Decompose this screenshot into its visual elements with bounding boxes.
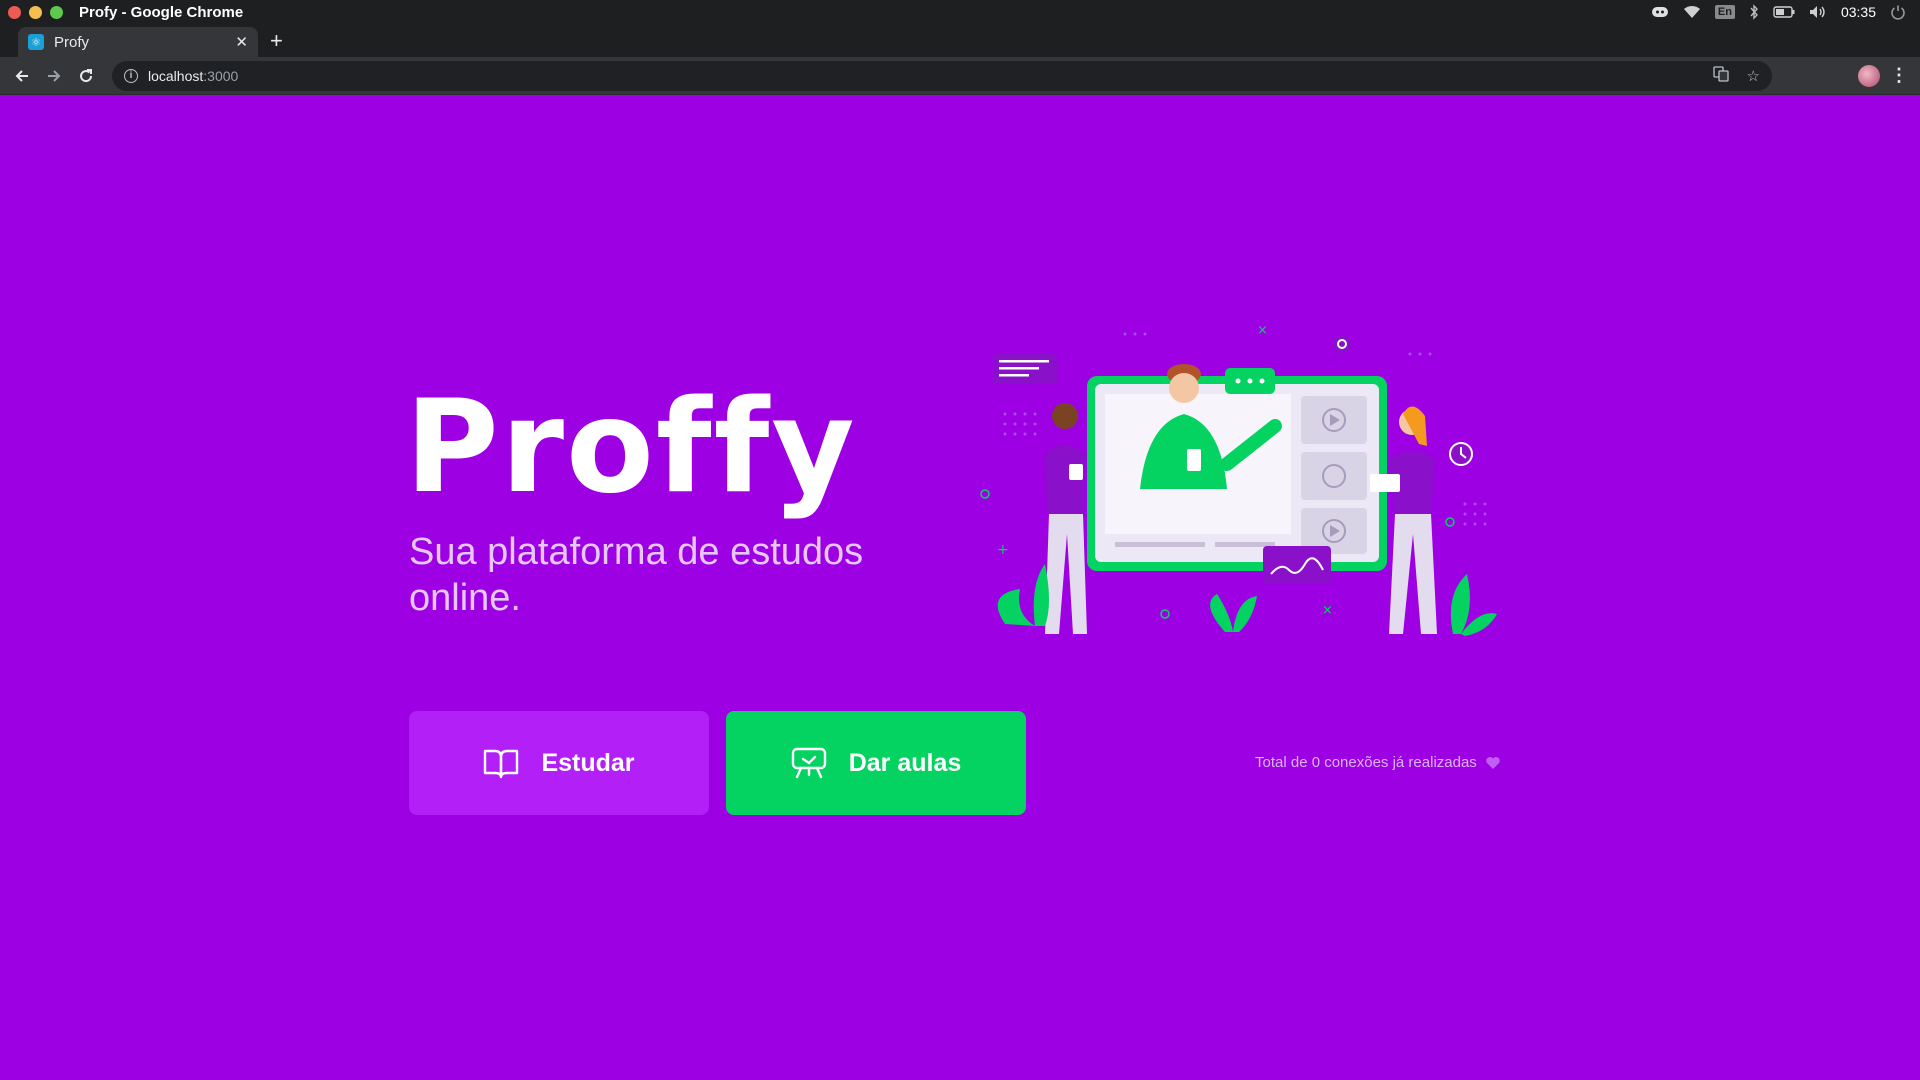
tab-close-icon[interactable]: ✕: [235, 33, 248, 51]
study-button[interactable]: Estudar: [409, 711, 709, 815]
new-tab-button[interactable]: +: [270, 30, 283, 52]
forward-icon[interactable]: [38, 60, 70, 92]
browser-tab[interactable]: ⚛ Profy ✕: [18, 27, 258, 57]
os-top-bar: Profy - Google Chrome En 03:35: [0, 0, 1920, 24]
window-controls: [8, 5, 63, 19]
landing-page: Proffy Sua plataforma de estudos online.…: [0, 96, 1920, 1080]
profile-avatar[interactable]: [1858, 65, 1880, 87]
menu-icon[interactable]: ⋮: [1890, 65, 1908, 86]
address-bar[interactable]: i localhost:3000 ☆: [112, 60, 1772, 91]
book-icon: [483, 747, 519, 779]
reload-icon[interactable]: [70, 60, 102, 92]
browser-toolbar: i localhost:3000 ☆ ⋮: [0, 57, 1920, 95]
window-close-button[interactable]: [8, 5, 21, 19]
translate-icon[interactable]: [1712, 65, 1729, 86]
hero-illustration: × × +: [980, 323, 1497, 636]
connections-text: Total de 0 conexões já realizadas: [1255, 754, 1477, 771]
page-tagline: Sua plataforma de estudos online.: [409, 531, 864, 619]
heart-icon: [1485, 756, 1501, 770]
bluetooth-icon[interactable]: [1749, 4, 1759, 20]
window-maximize-button[interactable]: [50, 5, 63, 19]
power-icon[interactable]: [1890, 4, 1906, 20]
window-title: Profy - Google Chrome: [79, 3, 244, 21]
back-icon[interactable]: [6, 60, 38, 92]
svg-text:+: +: [997, 542, 1009, 558]
clock-text[interactable]: 03:35: [1841, 4, 1876, 20]
info-icon[interactable]: i: [124, 68, 138, 83]
presentation-board-icon: [791, 747, 827, 779]
discord-icon[interactable]: [1651, 5, 1669, 19]
teach-button-label: Dar aulas: [848, 748, 962, 777]
url-port: :3000: [203, 67, 239, 84]
window-minimize-button[interactable]: [29, 5, 42, 19]
battery-icon[interactable]: [1773, 6, 1795, 18]
study-button-label: Estudar: [541, 748, 635, 777]
tab-title: Profy: [54, 33, 90, 51]
react-icon: ⚛: [28, 34, 44, 50]
star-icon[interactable]: ☆: [1747, 67, 1760, 85]
url-host: localhost: [148, 67, 204, 84]
system-tray: En 03:35: [1651, 0, 1906, 24]
teach-button[interactable]: Dar aulas: [726, 711, 1026, 815]
keyboard-language-indicator[interactable]: En: [1714, 5, 1735, 19]
proffy-logo: Proffy: [405, 373, 857, 522]
browser-tab-strip: ⚛ Profy ✕ +: [0, 24, 1920, 57]
wifi-icon[interactable]: [1683, 5, 1701, 19]
svg-text:×: ×: [1257, 323, 1268, 338]
volume-icon[interactable]: [1809, 5, 1827, 19]
svg-text:×: ×: [1322, 603, 1333, 618]
connections-counter: Total de 0 conexões já realizadas: [1255, 754, 1501, 771]
